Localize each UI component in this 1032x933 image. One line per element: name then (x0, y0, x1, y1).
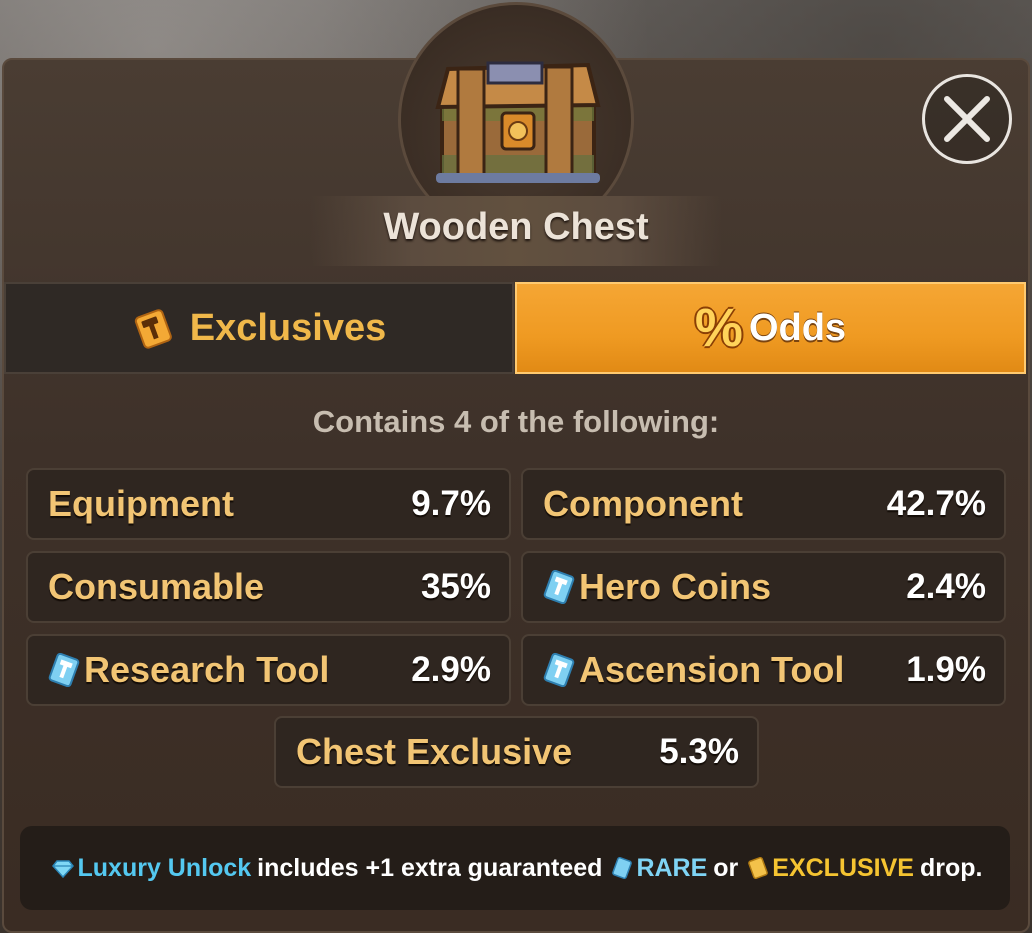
odds-item-research-tool: Research Tool 2.9% (26, 634, 511, 706)
luxury-gem-icon (51, 860, 74, 879)
odds-item-label: Ascension Tool (579, 649, 845, 690)
footer-or: or (713, 853, 739, 882)
rare-tool-icon (543, 653, 575, 687)
footer-text: includes +1 extra guaranteed (257, 853, 603, 882)
tab-exclusives[interactable]: Exclusives (4, 282, 514, 374)
odds-item-ascension-tool: Ascension Tool 1.9% (521, 634, 1006, 706)
footer-drop: drop. (919, 853, 983, 882)
odds-item-label: Hero Coins (579, 566, 772, 607)
odds-item-value: 1.9% (906, 650, 986, 689)
odds-item-consumable: Consumable 35% (26, 551, 511, 623)
odds-item-value: 2.4% (906, 567, 986, 606)
rare-label: RARE (636, 853, 708, 882)
odds-item-value: 5.3% (659, 732, 739, 771)
luxury-unlock-label: Luxury Unlock (77, 853, 252, 882)
odds-item-hero-coins: Hero Coins 2.4% (521, 551, 1006, 623)
odds-item-label: Component (543, 483, 743, 524)
odds-item-component: Component 42.7% (521, 468, 1006, 540)
odds-item-equipment: Equipment 9.7% (26, 468, 511, 540)
hammer-ticket-icon (134, 309, 172, 349)
tab-odds-label: Odds (748, 306, 847, 349)
odds-item-label: Research Tool (84, 649, 330, 690)
odds-item-value: 2.9% (411, 650, 491, 689)
tab-exclusives-label: Exclusives (189, 306, 387, 349)
odds-item-label: Consumable (48, 566, 265, 607)
exclusive-label: EXCLUSIVE (772, 853, 914, 882)
exclusive-ticket-icon (748, 857, 769, 879)
odds-item-value: 9.7% (411, 484, 491, 523)
rare-tool-icon (48, 653, 80, 687)
tab-odds[interactable]: % Odds (515, 282, 1026, 374)
chest-title: Wooden Chest (383, 206, 649, 248)
rare-tool-icon (612, 857, 633, 879)
odds-item-label: Equipment (48, 483, 234, 524)
odds-subtitle: Contains 4 of the following: (312, 404, 720, 439)
close-button[interactable] (922, 74, 1012, 164)
odds-item-chest-exclusive: Chest Exclusive 5.3% (274, 716, 759, 788)
luxury-unlock-note: Luxury Unlock includes +1 extra guarante… (20, 826, 1010, 910)
percent-icon: % (694, 298, 743, 358)
odds-item-label: Chest Exclusive (296, 731, 573, 772)
close-icon (944, 96, 990, 142)
wooden-chest-icon (435, 61, 601, 183)
odds-item-value: 35% (420, 567, 491, 606)
odds-item-value: 42.7% (886, 484, 986, 523)
rare-tool-icon (543, 570, 575, 604)
